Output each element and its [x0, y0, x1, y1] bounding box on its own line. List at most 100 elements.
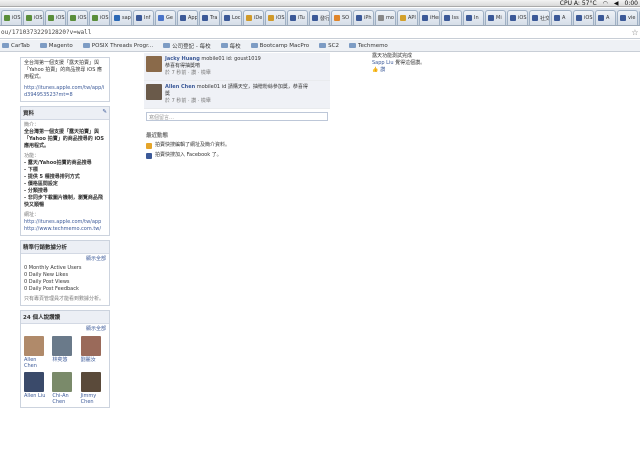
friend-item[interactable]: Allen Liu [24, 372, 49, 405]
intro-url[interactable]: http://itunes.apple.com/tw/app/id3949535… [24, 85, 106, 99]
bookmark-item[interactable]: 每校 [220, 42, 241, 50]
browser-tab[interactable]: vie [617, 10, 638, 25]
tab-label: vie [628, 15, 636, 21]
comment-text-2: 獎 [165, 91, 171, 97]
browser-tab[interactable]: A [595, 10, 616, 25]
friend-item[interactable]: 林奕悠 [52, 336, 77, 369]
browser-tab[interactable]: sap [111, 10, 132, 25]
tab-label: Iss [452, 15, 459, 21]
browser-tab[interactable]: 社交 [529, 10, 550, 25]
browser-tab[interactable]: SO [331, 10, 352, 25]
analytics-stat: 0 Daily Post Views [24, 279, 70, 285]
browser-tab[interactable]: iOS [45, 10, 66, 25]
like-label[interactable]: 讚 [380, 67, 385, 74]
about-text: 全台灣第一個支援「露天拍賣」與「Yahoo 拍賣」的商品搜尋的 iOS 應用程式… [24, 129, 105, 149]
right-story-name[interactable]: Sapp Liu [372, 60, 394, 66]
comment-list: Jacky Huang mobile01 id: goust1019 恭喜有得抽獎… [144, 53, 330, 109]
tab-label: sap [122, 15, 131, 21]
analytics-stat: 0 Daily New Likes [24, 272, 69, 278]
browser-tab[interactable]: 發行 [309, 10, 330, 25]
friend-avatar[interactable] [80, 336, 101, 356]
friend-item[interactable]: Jimmy Chen [80, 372, 106, 405]
browser-tab[interactable]: In [463, 10, 484, 25]
browser-tab[interactable]: Mi [485, 10, 506, 25]
analytics-see-all[interactable]: 顯示全部 [24, 256, 106, 263]
comment-input[interactable]: 寫個留言… [146, 112, 328, 121]
friend-avatar[interactable] [52, 336, 73, 356]
friend-name[interactable]: 林奕悠 [52, 357, 77, 363]
browser-tab[interactable]: iHer [419, 10, 440, 25]
friends-box: 24 個人說讚讚 顯示全部 Allen Chen 林奕悠 劉麗汝 Allen Liu C… [20, 310, 110, 408]
browser-tab[interactable]: mo [375, 10, 396, 25]
clock[interactable]: 0:00 [625, 0, 638, 7]
comment-body: Jacky Huang mobile01 id: goust1019 恭喜有得抽獎… [165, 56, 261, 77]
browser-tab[interactable]: Inf [133, 10, 154, 25]
tab-favicon-icon [268, 15, 274, 21]
browser-tab[interactable]: A [551, 10, 572, 25]
folder-icon [163, 43, 171, 48]
friend-name[interactable]: Allen Liu [24, 393, 49, 399]
browser-tab[interactable]: iOS [1, 10, 22, 25]
bookmark-item[interactable]: Bootcamp MacPro [250, 43, 309, 49]
avatar[interactable] [146, 56, 162, 72]
volume-icon[interactable]: ◀ [614, 0, 619, 7]
friend-name[interactable]: Allen Chen [24, 357, 49, 369]
browser-tab[interactable]: Loc [221, 10, 242, 25]
tab-label: iDe [254, 15, 263, 21]
folder-icon [2, 43, 9, 48]
browser-tab[interactable]: iPh [353, 10, 374, 25]
browser-tab[interactable]: iOS [573, 10, 594, 25]
wifi-icon[interactable]: ◠ [603, 0, 608, 7]
browser-tab[interactable]: iOS [67, 10, 88, 25]
browser-tab[interactable]: iTu [287, 10, 308, 25]
comment-meta[interactable]: 於 7 秒前 · 讚 · 檢舉 [165, 70, 261, 77]
bookmark-item[interactable]: CarTab [2, 43, 30, 49]
bookmark-item[interactable]: 公司登記 - 每校 [163, 42, 211, 50]
friend-avatar[interactable] [80, 372, 101, 392]
friends-see-all[interactable]: 顯示全部 [24, 326, 106, 333]
browser-tab[interactable]: iOS [23, 10, 44, 25]
avatar[interactable] [146, 84, 162, 100]
like-row[interactable]: 👍 讚 [372, 67, 442, 74]
tab-label: App [188, 15, 198, 21]
friend-item[interactable]: Chi-An Chen [52, 372, 77, 405]
bookmark-item[interactable]: Magento [39, 43, 73, 49]
browser-tab[interactable]: iOS [265, 10, 286, 25]
url-input[interactable]: ou/171037322912820?v=wall [0, 29, 630, 36]
browser-tab[interactable]: Ge [155, 10, 176, 25]
browser-tab[interactable]: Iss [441, 10, 462, 25]
comment-meta[interactable]: 於 7 秒前 · 讚 · 檢舉 [165, 98, 308, 105]
friend-avatar[interactable] [24, 372, 44, 392]
address-bar[interactable]: ou/171037322912820?v=wall ☆ [0, 27, 640, 39]
friend-item[interactable]: 劉麗汝 [80, 336, 106, 369]
friend-item[interactable]: Allen Chen [24, 336, 49, 369]
bookmark-item[interactable]: SC2 [319, 43, 339, 49]
tab-favicon-icon [422, 15, 428, 21]
browser-tab[interactable]: App [177, 10, 198, 25]
friend-name[interactable]: Chi-An Chen [52, 393, 77, 405]
bookmark-star-icon[interactable]: ☆ [630, 28, 640, 37]
friend-name[interactable]: 劉麗汝 [81, 357, 106, 363]
tab-label: In [474, 15, 479, 21]
website-link[interactable]: http://itunes.apple.com/tw/app [24, 219, 106, 226]
browser-tab[interactable]: API [397, 10, 418, 25]
commenter-name[interactable]: Allen Chen [165, 84, 195, 90]
bookmarks-bar: CarTab Magento POSIX Threads Progr... 公司登記 … [0, 40, 640, 52]
friend-avatar[interactable] [52, 372, 73, 392]
commenter-name[interactable]: Jacky Huang [165, 56, 200, 62]
browser-tab[interactable]: Tra [199, 10, 220, 25]
edit-pencil-icon[interactable]: ✎ [102, 109, 107, 117]
folder-icon [319, 43, 327, 48]
website-link[interactable]: http://www.techmemo.com.tw/ [24, 226, 106, 233]
browser-tab[interactable]: iDe [243, 10, 264, 25]
browser-tab[interactable]: iOS [89, 10, 110, 25]
tab-favicon-icon [290, 15, 296, 21]
friend-avatar[interactable] [24, 336, 44, 356]
bookmark-item[interactable]: POSIX Threads Progr... [82, 43, 153, 49]
friend-name[interactable]: Jimmy Chen [81, 393, 106, 405]
activity-text: 拍賣快搜編輯了網址及簡介資料。 [155, 142, 231, 148]
thumbs-up-icon: 👍 [372, 67, 379, 73]
tab-favicon-icon [466, 15, 472, 21]
bookmark-item[interactable]: Techmemo [349, 43, 388, 49]
browser-tab[interactable]: iOS [507, 10, 528, 25]
